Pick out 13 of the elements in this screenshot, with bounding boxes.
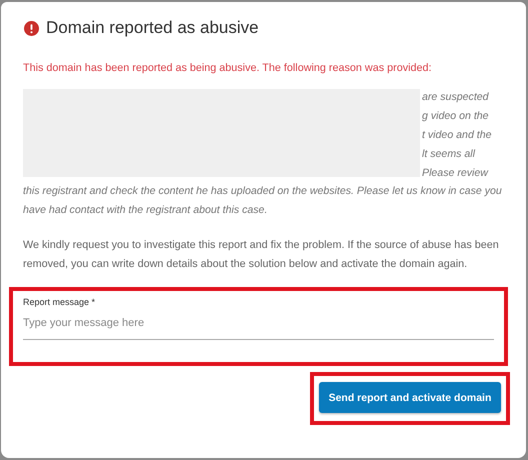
reason-text: this registrant and check the content he has uploaded on the websites. Please let us know in case you have had contact with the registrant about this case. [23,184,503,218]
reason-fragment: are suspected [422,90,490,105]
notice-text: This domain has been reported as being abusive. The following reason was provided: [23,62,433,74]
reason-fragment: Please review [422,166,490,181]
reason-fragment: lt seems all [422,147,476,162]
error-icon [24,20,39,36]
send-report-button[interactable]: Send report and activate domain [319,382,501,413]
report-message-field[interactable]: Type your message here [23,307,494,340]
request-text: We kindly request you to investigate this report and fix the problem. If the source of abuse has been removed, you can write down details about the solution below and activate the domain again. [23,238,500,272]
dialog-title: Domain reported as abusive [46,18,259,38]
reason-fragment: g video on the [422,109,490,124]
field-label: Report message * [23,297,96,307]
reason-fragment: t video and the [422,128,492,143]
